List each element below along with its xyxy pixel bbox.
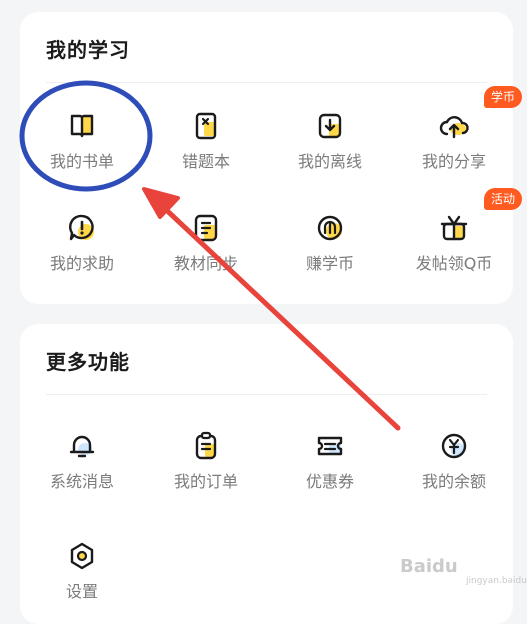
gear-icon	[70, 542, 94, 570]
bell-icon	[69, 435, 95, 458]
study-item-label: 错题本	[181, 152, 230, 171]
study-item-help[interactable]: 我的求助	[20, 212, 144, 290]
more-item-label: 设置	[65, 582, 98, 601]
more-item-label: 优惠券	[305, 472, 354, 491]
more-item-coupons[interactable]: 优惠券	[268, 430, 392, 508]
clipboard-icon	[195, 431, 217, 460]
study-section-title: 我的学习	[46, 38, 130, 62]
more-item-label: 我的余额	[421, 472, 486, 491]
watermark-url: jingyan.baidu.com	[466, 576, 527, 586]
study-item-earn-coins[interactable]: 赚学币	[268, 212, 392, 290]
study-item-label: 赚学币	[305, 254, 354, 273]
book-icon	[70, 114, 94, 138]
download-icon	[318, 113, 342, 139]
notebook-icon	[195, 112, 217, 140]
activity-badge: 活动	[484, 188, 523, 210]
study-item-label: 我的书单	[49, 152, 114, 171]
cloud-upload-icon	[439, 116, 469, 139]
more-item-settings[interactable]: 设置	[20, 540, 144, 618]
help-bubble-icon	[69, 214, 94, 241]
study-item-offline[interactable]: 我的离线	[268, 110, 392, 188]
earn-coin-icon	[317, 215, 343, 241]
textbook-icon	[194, 214, 218, 242]
study-item-label: 发帖领Q币	[415, 254, 493, 273]
yuan-coin-icon	[441, 433, 467, 459]
study-card: 我的学习 我的书单 错题本 我的离线 学币 我的分享 我的求助 教材同步 赚学币…	[20, 12, 523, 304]
study-item-label: 我的分享	[421, 152, 486, 171]
ticket-icon	[317, 436, 343, 456]
baidu-watermark: Baidu jingyan.baidu.com	[400, 556, 527, 596]
more-section-title: 更多功能	[46, 350, 130, 374]
study-item-label: 我的离线	[297, 152, 362, 171]
watermark-logo: Baidu	[400, 556, 458, 577]
more-item-label: 我的订单	[173, 472, 238, 491]
coin-badge: 学币	[484, 86, 523, 108]
more-item-messages[interactable]: 系统消息	[20, 430, 144, 508]
study-item-share[interactable]: 学币 我的分享	[392, 86, 523, 188]
study-item-label: 我的求助	[49, 254, 114, 273]
study-item-label: 教材同步	[173, 254, 238, 273]
study-divider	[46, 82, 487, 83]
study-item-book-list[interactable]: 我的书单	[20, 110, 144, 188]
more-item-label: 系统消息	[49, 472, 114, 491]
more-item-balance[interactable]: 我的余额	[392, 430, 516, 508]
gift-icon	[440, 215, 468, 241]
study-item-textbook[interactable]: 教材同步	[144, 212, 268, 290]
more-divider	[46, 394, 487, 395]
study-item-mistake-book[interactable]: 错题本	[144, 110, 268, 188]
more-item-orders[interactable]: 我的订单	[144, 430, 268, 508]
study-item-post-reward[interactable]: 活动 发帖领Q币	[392, 188, 523, 290]
